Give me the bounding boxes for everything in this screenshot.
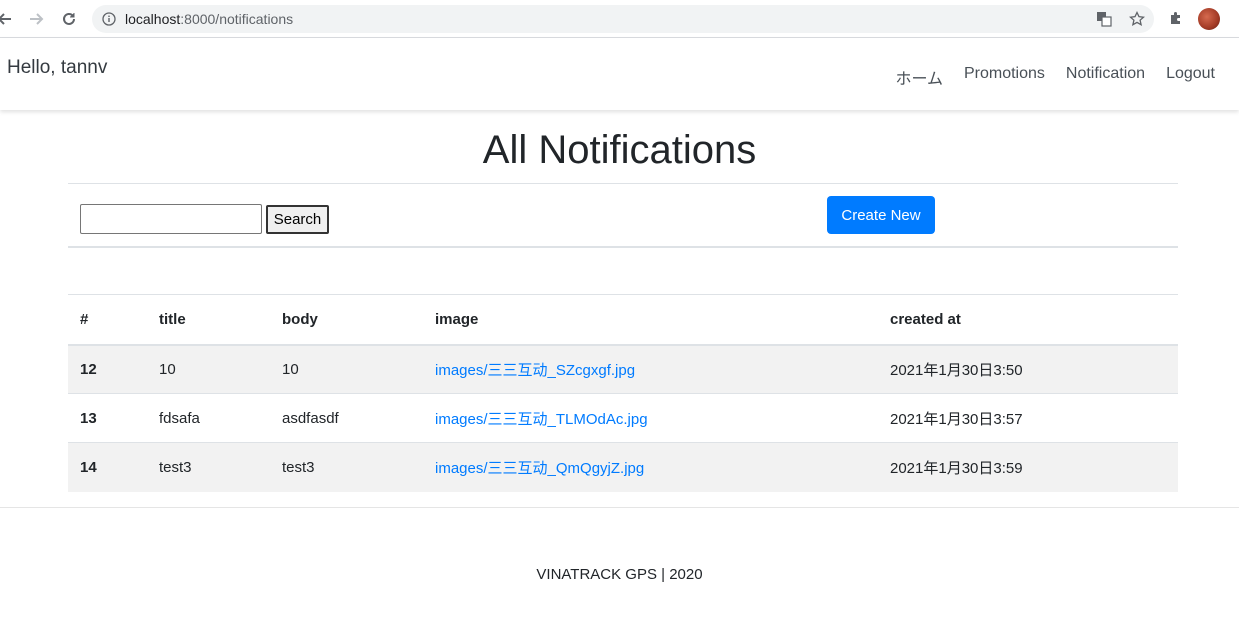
reload-icon[interactable] (58, 8, 80, 30)
cell-image: images/三三互动_SZcgxgf.jpg (423, 344, 878, 394)
search-button[interactable]: Search (266, 205, 329, 234)
page-title: All Notifications (482, 128, 757, 172)
nav-links: ホーム Promotions Notification Logout (895, 65, 1215, 89)
url-path: :8000/notifications (180, 11, 294, 27)
bookmark-star-icon[interactable] (1128, 10, 1146, 27)
image-link[interactable]: images/三三互动_TLMOdAc.jpg (435, 411, 648, 428)
column-header-body: body (270, 294, 423, 346)
nav-link-home[interactable]: ホーム (895, 65, 943, 89)
divider (68, 183, 1178, 184)
table-row: 13 fdsafa asdfasdf images/三三互动_TLMOdAc.j… (68, 393, 1178, 443)
extensions-puzzle-icon[interactable] (1168, 10, 1186, 28)
greeting-text: Hello, tannv (7, 57, 108, 78)
cell-image: images/三三互动_TLMOdAc.jpg (423, 393, 878, 443)
image-link[interactable]: images/三三互动_SZcgxgf.jpg (435, 362, 635, 379)
cell-title: 10 (147, 344, 270, 394)
cell-title: test3 (147, 442, 270, 492)
column-header-created-at: created at (878, 294, 1178, 346)
cell-id: 12 (68, 344, 147, 394)
forward-icon[interactable] (25, 8, 47, 30)
footer-text: VINATRACK GPS | 2020 (536, 566, 703, 583)
info-icon[interactable] (102, 12, 116, 26)
nav-link-logout[interactable]: Logout (1166, 65, 1215, 89)
column-header-image: image (423, 294, 878, 346)
image-link[interactable]: images/三三互动_QmQgyjZ.jpg (435, 460, 644, 477)
cell-id: 13 (68, 393, 147, 443)
profile-avatar[interactable] (1198, 8, 1220, 30)
create-new-button[interactable]: Create New (827, 196, 935, 234)
back-icon[interactable] (0, 8, 16, 30)
translate-icon[interactable] (1096, 11, 1112, 27)
cell-id: 14 (68, 442, 147, 492)
table-row: 12 10 10 images/三三互动_SZcgxgf.jpg 2021年1月… (68, 344, 1178, 394)
cell-image: images/三三互动_QmQgyjZ.jpg (423, 442, 878, 492)
notifications-table: # title body image created at 12 10 10 i… (68, 294, 1178, 492)
search-input[interactable] (80, 204, 262, 234)
url-text: localhost:8000/notifications (125, 11, 293, 27)
cell-title: fdsafa (147, 393, 270, 443)
address-bar[interactable]: localhost:8000/notifications (92, 5, 1154, 33)
cell-created-at: 2021年1月30日3:57 (878, 393, 1178, 443)
column-header-title: title (147, 294, 270, 346)
url-host: localhost (125, 11, 181, 27)
table-header-row: # title body image created at (68, 294, 1178, 346)
cell-created-at: 2021年1月30日3:59 (878, 442, 1178, 492)
nav-link-notification[interactable]: Notification (1066, 65, 1145, 89)
footer-divider (0, 507, 1239, 508)
nav-link-promotions[interactable]: Promotions (964, 65, 1045, 89)
cell-body: 10 (270, 344, 423, 394)
divider (68, 246, 1178, 248)
cell-body: test3 (270, 442, 423, 492)
table-row: 14 test3 test3 images/三三互动_QmQgyjZ.jpg 2… (68, 442, 1178, 492)
browser-toolbar: localhost:8000/notifications (0, 0, 1239, 38)
cell-created-at: 2021年1月30日3:50 (878, 344, 1178, 394)
app-navbar: Hello, tannv ホーム Promotions Notification… (0, 38, 1239, 110)
column-header-id: # (68, 294, 147, 346)
cell-body: asdfasdf (270, 393, 423, 443)
